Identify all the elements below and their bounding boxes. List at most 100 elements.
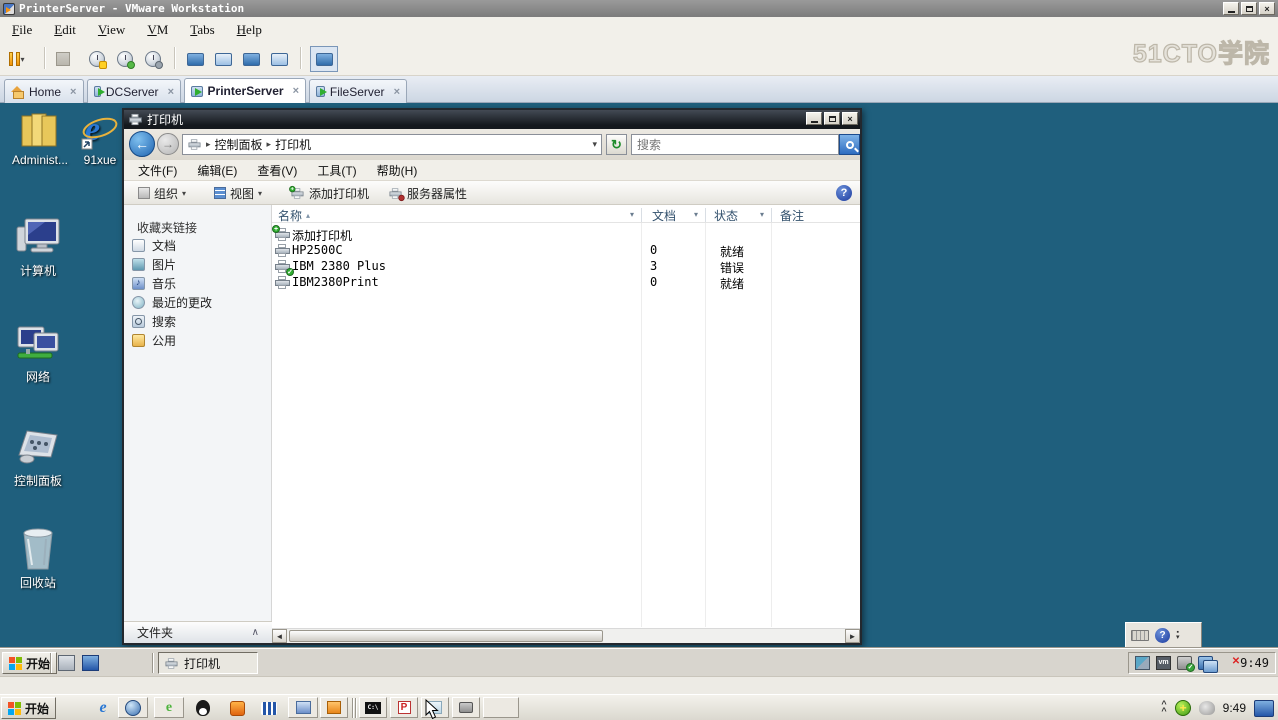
forward-button[interactable]: → bbox=[157, 133, 179, 155]
snapshot-revert-icon[interactable] bbox=[114, 48, 136, 70]
scrollbar-thumb[interactable] bbox=[289, 630, 603, 642]
film-icon[interactable] bbox=[260, 699, 278, 717]
desktop-icon-administrator[interactable]: Administ... bbox=[2, 106, 78, 167]
fox-app-icon[interactable] bbox=[228, 699, 246, 717]
unity-view-icon[interactable] bbox=[212, 48, 234, 70]
options-icon[interactable]: ▪ ▾ bbox=[1176, 629, 1180, 641]
guest-start-button[interactable]: 开始 bbox=[2, 652, 58, 674]
menu-help[interactable]: 帮助(H) bbox=[377, 162, 418, 179]
list-item-ibm2380print[interactable]: IBM2380Print 0 就绪 bbox=[272, 274, 860, 291]
network-icon[interactable] bbox=[1198, 656, 1219, 673]
snapshot-manager-icon[interactable] bbox=[142, 48, 164, 70]
orange-app-icon[interactable] bbox=[320, 697, 348, 718]
menu-file[interactable]: 文件(F) bbox=[138, 162, 177, 179]
tab-fileserver[interactable]: FileServer × bbox=[309, 79, 407, 103]
tab-dcserver[interactable]: DCServer × bbox=[87, 79, 181, 103]
tab-printerserver-close-icon[interactable]: × bbox=[293, 85, 299, 97]
menu-edit[interactable]: 编辑(E) bbox=[197, 162, 237, 179]
snapshot-take-icon[interactable] bbox=[86, 48, 108, 70]
ctrl-alt-del-icon[interactable] bbox=[52, 48, 74, 70]
printers-task-button[interactable]: 打印机 bbox=[158, 652, 258, 674]
menu-view[interactable]: 查看(V) bbox=[257, 162, 297, 179]
library-toggle-icon[interactable] bbox=[310, 46, 338, 72]
globe-icon[interactable] bbox=[118, 697, 148, 718]
host-start-button[interactable]: 开始 bbox=[1, 697, 57, 719]
cmd-icon[interactable]: C:\ bbox=[359, 697, 387, 718]
add-printer-button[interactable]: + 添加打印机 bbox=[286, 184, 373, 202]
usb-device-icon[interactable]: ✓ bbox=[1177, 656, 1196, 672]
restore-button[interactable] bbox=[1241, 2, 1257, 15]
desktop-icon-recycle-bin[interactable]: 回收站 bbox=[0, 527, 76, 591]
show-desktop-icon[interactable] bbox=[1254, 699, 1274, 717]
sidebar-item-public[interactable]: 公用 bbox=[132, 332, 176, 349]
close-button[interactable]: × bbox=[1259, 2, 1275, 15]
folders-bar[interactable]: 文件夹 ∧ bbox=[124, 621, 272, 643]
scroll-left-icon[interactable]: ◄ bbox=[272, 629, 287, 643]
menu-view[interactable]: View bbox=[98, 22, 125, 38]
column-header-name[interactable]: 名称 ▴ bbox=[278, 207, 310, 223]
ie-icon[interactable]: e bbox=[94, 699, 112, 717]
views-button[interactable]: 视图 ▾ bbox=[210, 184, 266, 202]
search-box[interactable] bbox=[631, 134, 839, 155]
pause-icon[interactable]: ▾ bbox=[6, 48, 28, 70]
guest-clock[interactable]: 9:49 bbox=[1240, 656, 1269, 670]
column-header-documents[interactable]: 文档 bbox=[652, 207, 676, 223]
menu-tools[interactable]: 工具(T) bbox=[317, 162, 356, 179]
language-bar[interactable]: ? ▪ ▾ bbox=[1125, 622, 1202, 648]
tab-fileserver-close-icon[interactable]: × bbox=[394, 86, 400, 98]
address-dropdown-icon[interactable]: ▾ bbox=[592, 139, 597, 150]
collapse-chevron-icon[interactable]: ^ ^ bbox=[1161, 700, 1166, 716]
minimize-button[interactable] bbox=[806, 112, 822, 125]
column-header-status[interactable]: 状态 bbox=[714, 207, 738, 223]
list-item-hp2500c[interactable]: HP2500C 0 就绪 bbox=[272, 242, 860, 259]
show-desktop-icon[interactable] bbox=[82, 655, 99, 671]
close-button[interactable]: × bbox=[842, 112, 858, 125]
address-bar[interactable]: ▸ 控制面板 ▸ 打印机 ▾ bbox=[182, 134, 602, 155]
tab-printerserver[interactable]: PrinterServer × bbox=[184, 78, 306, 103]
list-item-add-printer[interactable]: + 添加打印机 bbox=[272, 225, 860, 243]
breadcrumb-printers[interactable]: 打印机 bbox=[275, 136, 311, 153]
refresh-button[interactable]: ↻ bbox=[606, 134, 627, 155]
tab-dcserver-close-icon[interactable]: × bbox=[168, 86, 174, 98]
sidebar-item-music[interactable]: 音乐 bbox=[132, 275, 176, 292]
sidebar-item-searches[interactable]: 搜索 bbox=[132, 313, 176, 330]
keyboard-icon[interactable] bbox=[1131, 629, 1149, 641]
sidebar-item-documents[interactable]: 文档 bbox=[132, 237, 176, 254]
show-console-icon[interactable] bbox=[268, 48, 290, 70]
menu-vm[interactable]: VM bbox=[147, 22, 168, 38]
sidebar-item-pictures[interactable]: 图片 bbox=[132, 256, 176, 273]
horizontal-scrollbar[interactable]: ◄ ► bbox=[272, 628, 860, 643]
misc-tray-icon[interactable] bbox=[1198, 701, 1215, 715]
maximize-button[interactable] bbox=[824, 112, 840, 125]
qq-icon[interactable] bbox=[194, 699, 212, 717]
search-input[interactable] bbox=[632, 135, 838, 154]
vm-icon[interactable]: vm bbox=[1156, 656, 1172, 670]
back-button[interactable]: ← bbox=[129, 131, 155, 157]
server-properties-button[interactable]: 服务器属性 bbox=[384, 184, 471, 202]
organize-button[interactable]: 组织 ▾ bbox=[134, 184, 190, 202]
server-manager-icon[interactable] bbox=[58, 655, 75, 671]
minimize-button[interactable] bbox=[1223, 2, 1239, 15]
desktop-icon-network[interactable]: 网络 bbox=[0, 321, 76, 385]
media-app-icon[interactable] bbox=[288, 697, 318, 718]
search-button[interactable] bbox=[839, 134, 860, 155]
sidebar-item-recent-changes[interactable]: 最近的更改 bbox=[132, 294, 212, 311]
column-header-remark[interactable]: 备注 bbox=[780, 207, 804, 223]
desktop-icon-control-panel[interactable]: 控制面板 bbox=[0, 425, 76, 489]
printers-window-titlebar[interactable]: 打印机 × bbox=[124, 110, 860, 129]
tool-app-icon[interactable] bbox=[452, 697, 480, 718]
host-clock[interactable]: 9:49 bbox=[1223, 701, 1246, 715]
empty-task-button[interactable] bbox=[483, 697, 519, 718]
antivirus-360-icon[interactable] bbox=[1174, 700, 1191, 716]
tab-home-close-icon[interactable]: × bbox=[70, 86, 76, 98]
help-icon[interactable]: ? bbox=[836, 185, 852, 201]
menu-help[interactable]: Help bbox=[237, 22, 262, 38]
desktop-icon-computer[interactable]: 计算机 bbox=[0, 215, 76, 279]
column-filter-icon[interactable]: ▾ bbox=[760, 210, 764, 219]
vmware-titlebar[interactable]: PrinterServer - VMware Workstation × bbox=[0, 0, 1278, 17]
vmware-tools-icon[interactable] bbox=[1135, 656, 1151, 670]
powerpoint-icon[interactable]: P bbox=[390, 697, 418, 718]
console-view-icon[interactable] bbox=[184, 48, 206, 70]
desktop-icon-91xue[interactable]: e 91xue bbox=[72, 110, 128, 167]
browser-360-icon[interactable]: e bbox=[154, 697, 184, 718]
